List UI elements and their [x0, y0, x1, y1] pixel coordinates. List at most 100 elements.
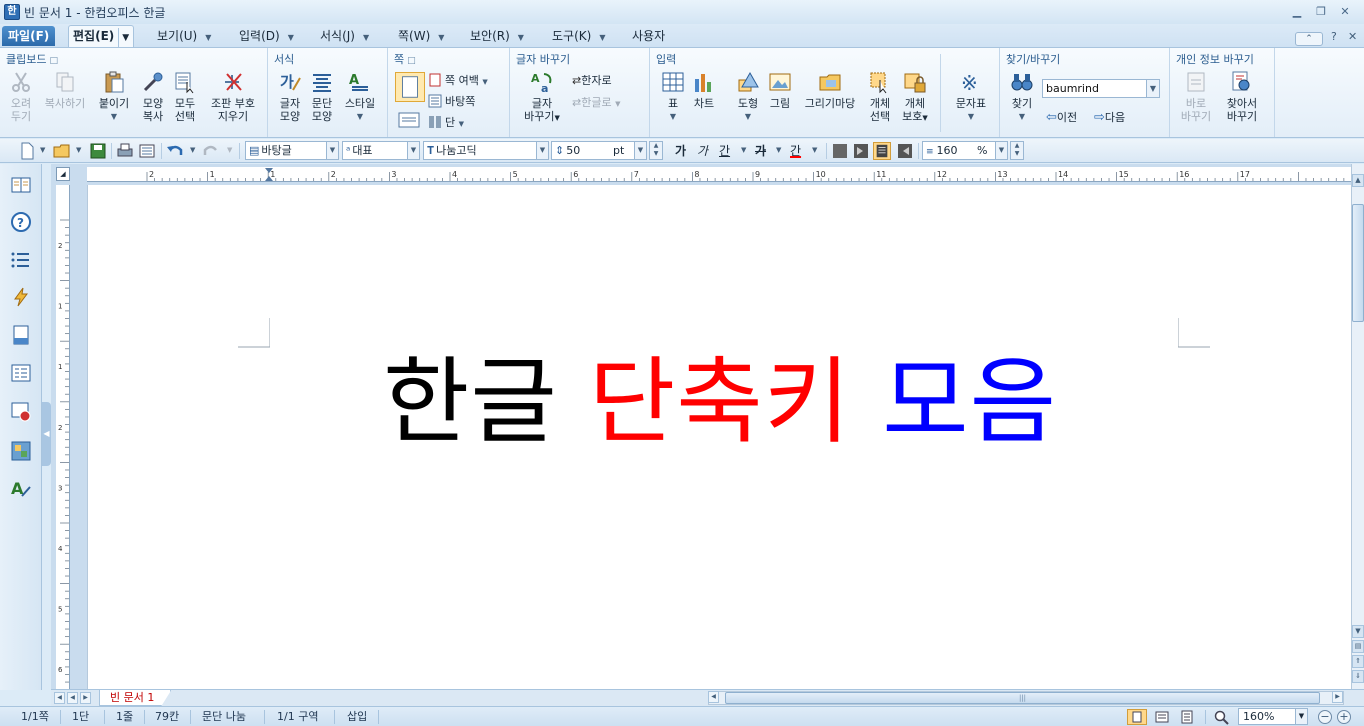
- new-document-icon[interactable]: [18, 142, 36, 160]
- puzzle-icon[interactable]: [10, 440, 32, 462]
- status-page[interactable]: 1/1쪽: [21, 709, 49, 725]
- shape-button[interactable]: 도형 ▼: [734, 70, 762, 123]
- menu-tools[interactable]: 도구(K) ▼: [552, 27, 605, 45]
- page-orientation-icon[interactable]: [397, 110, 421, 130]
- page-margin-button[interactable]: 쪽 여백 ▼: [428, 72, 488, 90]
- vertical-scroll-thumb[interactable]: [1352, 204, 1364, 322]
- prev-page-icon[interactable]: ▤: [1352, 640, 1364, 653]
- symbols-button[interactable]: ※ 문자표 ▼: [950, 70, 992, 123]
- select-all-button[interactable]: 모두 선택: [170, 70, 200, 123]
- help-icon[interactable]: ?: [1331, 30, 1337, 43]
- align-right-icon[interactable]: [896, 142, 914, 160]
- book-icon[interactable]: [10, 174, 32, 196]
- menu-view[interactable]: 보기(U) ▼: [157, 27, 211, 45]
- to-hangul-button[interactable]: ⇄한글로 ▼: [572, 94, 620, 112]
- zoom-select[interactable]: 160% ▼: [1238, 708, 1308, 725]
- find-button[interactable]: 찾기 ▼: [1008, 70, 1036, 123]
- scroll-left-icon[interactable]: ◀: [708, 691, 719, 703]
- menu-security[interactable]: 보안(R) ▼: [470, 27, 524, 45]
- zoom-out-icon[interactable]: −: [1318, 710, 1332, 724]
- underline-button[interactable]: 간: [719, 142, 730, 160]
- horizontal-scroll-thumb[interactable]: |||: [725, 692, 1320, 704]
- list-icon[interactable]: [10, 249, 32, 271]
- para-shape-button[interactable]: 문단 모양: [308, 70, 336, 123]
- vertical-scrollbar[interactable]: ▲ ▼ ▤ ⇑ ⇓: [1351, 164, 1364, 689]
- redo-icon[interactable]: [202, 142, 220, 160]
- screen-record-icon[interactable]: [10, 401, 32, 423]
- open-folder-icon[interactable]: [53, 142, 71, 160]
- char-shape-button[interactable]: 가 글자 모양: [276, 70, 304, 123]
- menu-user[interactable]: 사용자: [632, 27, 665, 45]
- font-icon[interactable]: A: [10, 477, 32, 499]
- next-tab-icon[interactable]: ▶: [80, 692, 91, 704]
- close-icon[interactable]: ✕: [1336, 4, 1354, 20]
- format-copy-button[interactable]: 모양 복사: [138, 70, 168, 123]
- menu-insert[interactable]: 입력(D) ▼: [239, 27, 294, 45]
- font-size-input[interactable]: ⇕ 50 pt ▼: [551, 141, 647, 160]
- horizontal-ruler[interactable]: 2 1 1 2 3 4 5 6 7 8 9 10 11 12 13 14 15 16 17: [87, 167, 1351, 182]
- align-center-icon[interactable]: [873, 142, 891, 160]
- table-button[interactable]: 표 ▼: [660, 70, 686, 123]
- align-left-icon[interactable]: [852, 142, 870, 160]
- web-view-icon[interactable]: [1152, 709, 1172, 725]
- hide-marks-button[interactable]: 조판 부호 지우기: [204, 70, 262, 123]
- horizontal-scrollbar[interactable]: ◀ ||| ▶: [708, 691, 1344, 705]
- page-layout-icon[interactable]: [395, 72, 425, 102]
- bold-button[interactable]: 가: [675, 142, 686, 160]
- font-color-button[interactable]: 간: [790, 142, 801, 160]
- menu-page[interactable]: 쪽(W) ▼: [398, 27, 444, 45]
- prev-tab-icon[interactable]: ◀: [67, 692, 78, 704]
- vertical-ruler[interactable]: 2 1 1 2 3 4 5 6: [56, 185, 70, 689]
- zoom-in-icon[interactable]: +: [1337, 710, 1351, 724]
- chevron-down-icon[interactable]: ▼: [118, 28, 129, 48]
- restore-icon[interactable]: ❐: [1312, 4, 1330, 20]
- privacy-find-button[interactable]: 찾아서 바꾸기: [1220, 70, 1264, 123]
- paste-button[interactable]: 붙이기 ▼: [96, 70, 132, 123]
- font-select[interactable]: 𝐓 나눔고딕 ▼: [423, 141, 549, 160]
- sidebar-collapse-handle[interactable]: ◀: [42, 402, 51, 466]
- object-protect-button[interactable]: 개체 보호▼: [898, 70, 932, 125]
- master-page-button[interactable]: 바탕쪽: [428, 93, 475, 111]
- copy-button[interactable]: 복사하기: [38, 70, 92, 110]
- document-text[interactable]: 한글 단축키 모음: [88, 343, 1351, 463]
- menu-format[interactable]: 서식(J) ▼: [320, 27, 369, 45]
- document-page[interactable]: 한글 단축키 모음: [87, 185, 1351, 689]
- style-button[interactable]: A 스타일 ▼: [342, 70, 378, 123]
- document-tab[interactable]: 빈 문서 1: [99, 690, 171, 706]
- help-circle-icon[interactable]: ?: [10, 211, 32, 233]
- language-select[interactable]: ᵃ 대표 ▼: [342, 141, 420, 160]
- chart-button[interactable]: 차트: [690, 70, 718, 110]
- status-insert-mode[interactable]: 삽입: [347, 709, 367, 725]
- page-icon[interactable]: [10, 324, 32, 346]
- form-icon[interactable]: [10, 362, 32, 384]
- normal-view-icon[interactable]: [1127, 709, 1147, 725]
- file-menu-tab[interactable]: 파일(F): [2, 26, 56, 46]
- minimize-icon[interactable]: ▁: [1288, 4, 1306, 20]
- object-select-button[interactable]: 개체 선택: [866, 70, 894, 123]
- scroll-right-icon[interactable]: ▶: [1332, 691, 1343, 703]
- scroll-down-icon[interactable]: ▼: [1352, 625, 1364, 638]
- to-hanja-button[interactable]: ⇄한자로: [572, 72, 612, 90]
- cut-button[interactable]: 오려 두기: [6, 70, 36, 123]
- tab-stop-selector[interactable]: ◢: [56, 167, 70, 181]
- first-tab-icon[interactable]: ◀: [54, 692, 65, 704]
- undo-icon[interactable]: [166, 142, 184, 160]
- close-document-icon[interactable]: ✕: [1348, 30, 1357, 43]
- page-up-icon[interactable]: ⇑: [1352, 655, 1364, 668]
- privacy-replace-button[interactable]: 바로 바꾸기: [1176, 70, 1216, 123]
- picture-button[interactable]: 그림: [766, 70, 794, 110]
- style-select[interactable]: ▤ 바탕글 ▼: [245, 141, 339, 160]
- hangul-app-icon[interactable]: 한: [4, 4, 20, 20]
- outline-view-icon[interactable]: [1177, 709, 1197, 725]
- line-spacing-stepper[interactable]: ▲ ▼: [1010, 141, 1024, 160]
- italic-button[interactable]: 가: [697, 142, 708, 160]
- align-justify-icon[interactable]: [831, 142, 849, 160]
- convert-char-button[interactable]: Aa 글자 바꾸기▼: [518, 70, 566, 125]
- lightning-icon[interactable]: [10, 286, 32, 308]
- find-next-button[interactable]: ⇨다음: [1094, 109, 1125, 127]
- scroll-up-icon[interactable]: ▲: [1352, 174, 1364, 187]
- find-input[interactable]: [1042, 79, 1160, 98]
- edit-menu-tab[interactable]: 편집(E) ▼: [68, 25, 135, 48]
- print-preview-icon[interactable]: [138, 142, 156, 160]
- zoom-icon[interactable]: [1214, 710, 1230, 725]
